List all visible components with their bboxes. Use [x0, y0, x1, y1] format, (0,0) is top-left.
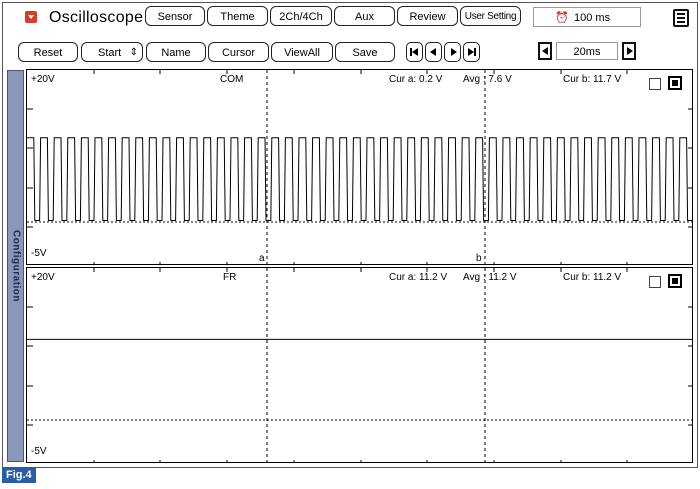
- time-per-div-value: 100 ms: [574, 12, 611, 24]
- ch2-name: FR: [223, 272, 237, 283]
- dropdown-icon[interactable]: [25, 11, 37, 23]
- ch1-average-value: Avg : 7.6 V: [463, 74, 512, 85]
- menu-icon[interactable]: [673, 9, 689, 27]
- updown-icon: ⇕: [129, 47, 138, 58]
- ch2-ymax-label: +20V: [31, 272, 55, 283]
- channel-2-trace-area[interactable]: [27, 268, 693, 463]
- first-icon[interactable]: [406, 42, 423, 62]
- ch1-checkbox[interactable]: [649, 78, 661, 90]
- sensor-button[interactable]: Sensor: [145, 6, 205, 26]
- configuration-label: Configuration: [10, 229, 21, 303]
- ch1-ymin-label: -5V: [31, 248, 47, 259]
- ch1-cursor-b-value: Cur b: 11.7 V: [563, 74, 622, 85]
- ch2-cursor-a-value: Cur a: 11.2 V: [389, 272, 448, 283]
- theme-button[interactable]: Theme: [207, 6, 268, 26]
- channel-1-panel: +20V -5V COM Cur a: 0.2 V Avg : 7.6 V Cu…: [26, 69, 693, 265]
- next-icon[interactable]: [444, 42, 461, 62]
- time-per-div-display[interactable]: ⏰ 100 ms: [533, 7, 641, 27]
- ch2-ymin-label: -5V: [31, 446, 47, 457]
- start-label: Start: [98, 47, 122, 59]
- ch1-trace: [27, 137, 692, 222]
- ch2-checkbox[interactable]: [649, 276, 661, 288]
- aux-button[interactable]: Aux: [334, 6, 395, 26]
- ch2-average-value: Avg : 11.2 V: [463, 272, 517, 283]
- figure-label: Fig.4: [2, 467, 36, 483]
- clock-icon: ⏰: [555, 12, 569, 24]
- ch2-select-toggle[interactable]: [668, 274, 682, 288]
- ch1-cursor-a-value: Cur a: 0.2 V: [389, 74, 443, 85]
- ch1-cursor-a-label: a: [259, 253, 265, 264]
- user-setting-button[interactable]: User Setting: [460, 6, 521, 26]
- channel-1-trace-area[interactable]: [27, 70, 693, 265]
- prev-icon[interactable]: [425, 42, 442, 62]
- name-button[interactable]: Name: [146, 42, 206, 62]
- last-icon[interactable]: [463, 42, 480, 62]
- channels-button[interactable]: 2Ch/4Ch: [270, 6, 332, 26]
- configuration-tab[interactable]: Configuration: [7, 70, 24, 462]
- viewall-button[interactable]: ViewAll: [271, 42, 333, 62]
- ch1-cursor-b-label: b: [476, 253, 482, 264]
- save-button[interactable]: Save: [335, 42, 395, 62]
- ch1-ymax-label: +20V: [31, 74, 55, 85]
- zoom-out-icon[interactable]: [538, 42, 552, 60]
- ch2-cursor-b-value: Cur b: 11.2 V: [563, 272, 622, 283]
- reset-button[interactable]: Reset: [18, 42, 78, 62]
- zoom-in-icon[interactable]: [622, 42, 636, 60]
- ch1-name: COM: [220, 74, 244, 85]
- channel-2-panel: +20V -5V FR Cur a: 11.2 V Avg : 11.2 V C…: [26, 267, 693, 463]
- start-select[interactable]: Start ⇕: [81, 42, 143, 62]
- cursor-button[interactable]: Cursor: [208, 42, 269, 62]
- app-title: Oscilloscope: [49, 9, 144, 26]
- review-button[interactable]: Review: [397, 6, 458, 26]
- ch1-select-toggle[interactable]: [668, 76, 682, 90]
- zoom-value: 20ms: [556, 42, 618, 60]
